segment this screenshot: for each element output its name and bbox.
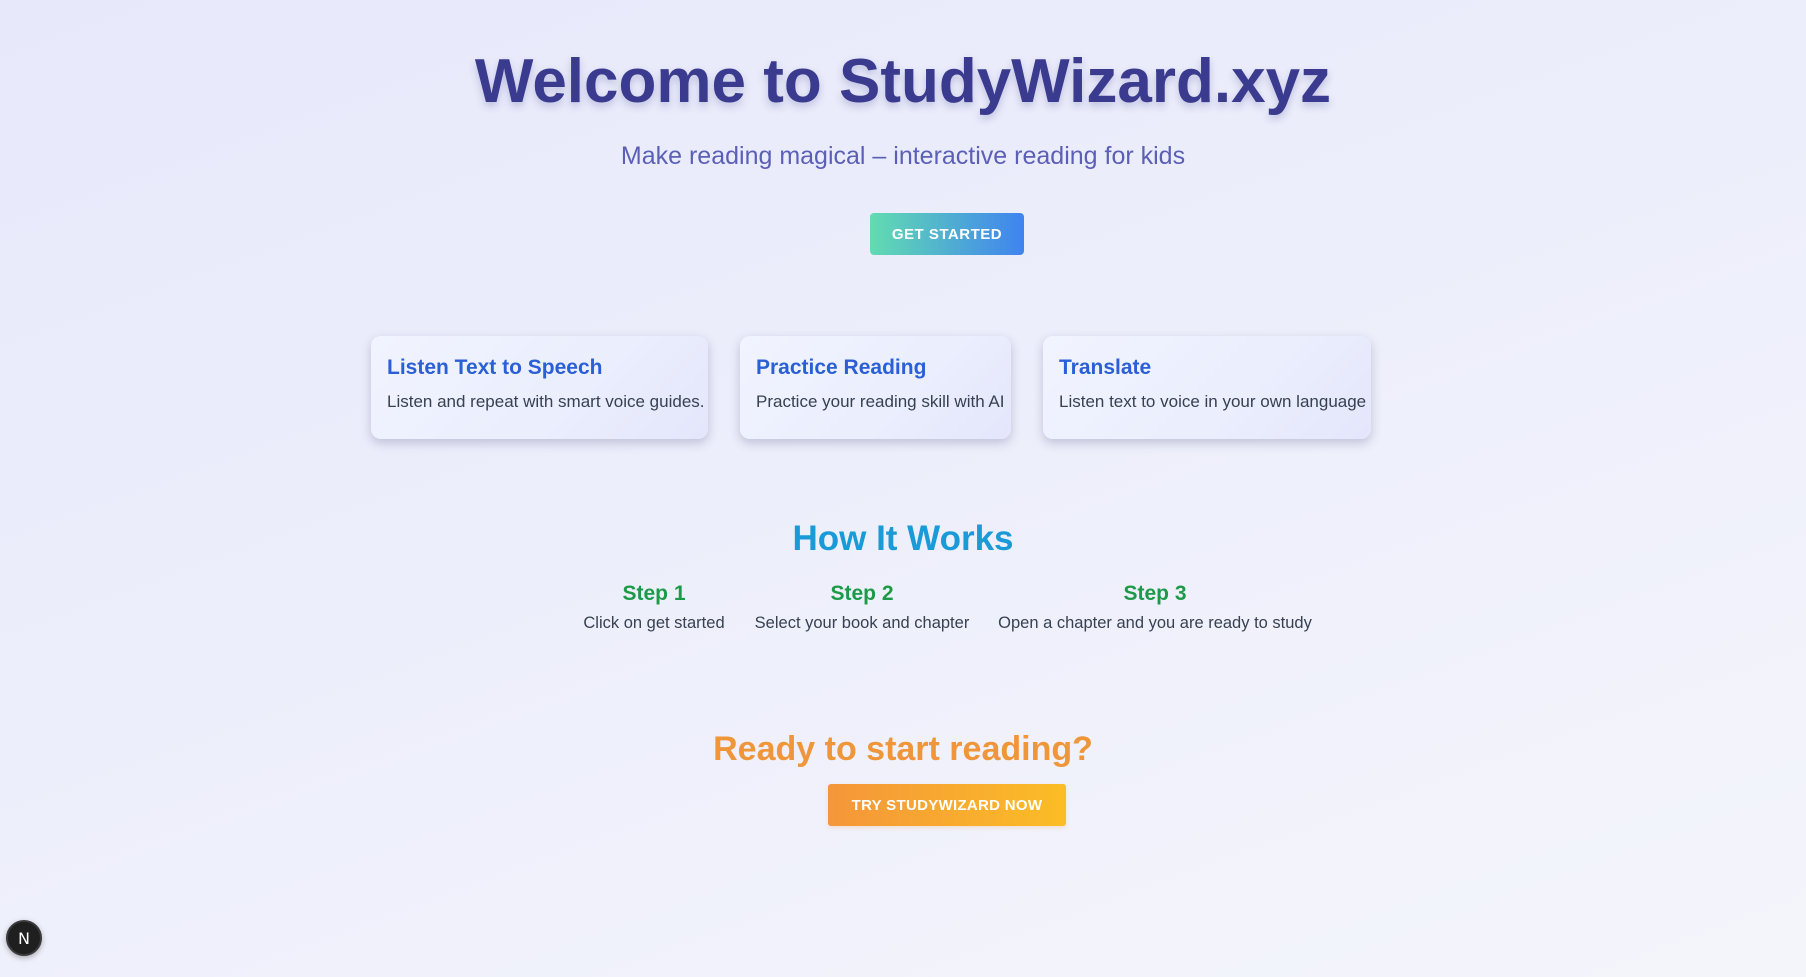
cta-title: Ready to start reading? [713,730,1093,768]
step-item: Step 1 Click on get started [583,582,724,633]
try-studywizard-button[interactable]: TRY STUDYWIZARD NOW [828,784,1066,826]
page-title: Welcome to StudyWizard.xyz [474,47,1332,116]
step-title: Step 1 [622,582,686,605]
nextjs-logo-icon[interactable]: N [6,920,42,956]
step-item: Step 2 Select your book and chapter [755,582,970,633]
step-item: Step 3 Open a chapter and you are ready … [998,582,1312,633]
step-description: Open a chapter and you are ready to stud… [998,614,1312,632]
page-subtitle: Make reading magical – interactive readi… [620,142,1186,170]
step-description: Select your book and chapter [754,614,970,632]
feature-card-description: Listen text to voice in your own languag… [1059,392,1367,411]
feature-card-description: Practice your reading skill with AI [756,392,1005,411]
how-it-works-title: How It Works [792,519,1014,558]
feature-card-title: Listen Text to Speech [387,356,603,379]
feature-card-listen: Listen Text to Speech Listen and repeat … [371,336,708,439]
feature-card-title: Translate [1059,356,1152,379]
feature-card-description: Listen and repeat with smart voice guide… [387,392,705,411]
feature-card-practice: Practice Reading Practice your reading s… [740,336,1011,439]
feature-card-title: Practice Reading [756,356,927,379]
get-started-button[interactable]: GET STARTED [870,213,1024,255]
step-title: Step 2 [830,582,894,605]
feature-card-translate: Translate Listen text to voice in your o… [1043,336,1371,439]
step-title: Step 3 [1123,582,1187,605]
step-description: Click on get started [583,614,725,632]
